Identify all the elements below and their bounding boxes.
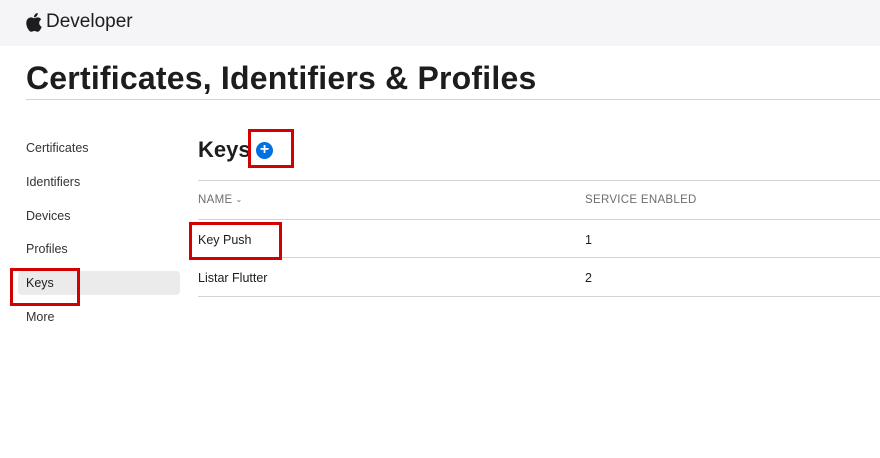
sidebar: Certificates Identifiers Devices Profile…: [18, 136, 180, 339]
table-top-divider: [198, 180, 880, 181]
sort-chevron-icon: ⌄: [235, 195, 243, 204]
header-divider: [198, 219, 880, 220]
key-service-count: 1: [585, 233, 592, 247]
column-header-name-label: NAME: [198, 194, 233, 206]
column-header-name[interactable]: NAME ⌄: [198, 194, 242, 206]
row-divider: [198, 257, 880, 258]
apple-logo-icon: [26, 12, 42, 32]
key-service-count: 2: [585, 271, 592, 285]
highlight-box-keys-sidebar: [10, 268, 80, 306]
highlight-box-key-push: [189, 222, 282, 260]
row-divider: [198, 296, 880, 297]
brand-label: Developer: [46, 11, 133, 32]
keys-heading: Keys: [198, 137, 251, 162]
sidebar-item-profiles[interactable]: Profiles: [18, 237, 180, 261]
sidebar-item-certificates[interactable]: Certificates: [18, 136, 180, 160]
top-navigation-bar: Developer: [0, 0, 880, 46]
page-title: Certificates, Identifiers & Profiles: [26, 60, 537, 96]
sidebar-item-identifiers[interactable]: Identifiers: [18, 170, 180, 194]
highlight-box-add-button: [248, 129, 294, 168]
title-divider: [26, 99, 880, 100]
developer-home-link[interactable]: Developer: [26, 11, 133, 33]
column-header-service-enabled[interactable]: SERVICE ENABLED: [585, 194, 697, 206]
key-name-link[interactable]: Listar Flutter: [198, 271, 267, 285]
sidebar-item-devices[interactable]: Devices: [18, 204, 180, 228]
sidebar-item-more[interactable]: More: [18, 305, 180, 329]
